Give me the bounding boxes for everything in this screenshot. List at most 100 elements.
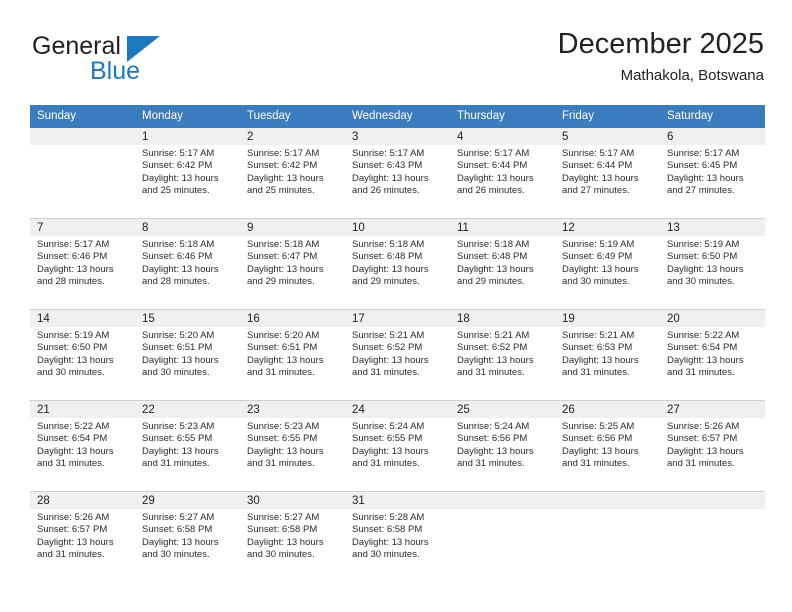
daylight-text-line2: and 31 minutes. — [562, 457, 630, 469]
day-detail — [30, 145, 135, 148]
calendar-day-cell[interactable]: 28 Sunrise: 5:26 AM Sunset: 6:57 PM Dayligh… — [30, 492, 135, 582]
sunset-text: Sunset: 6:52 PM — [457, 342, 528, 354]
calendar-week-row: 14 Sunrise: 5:19 AM Sunset: 6:50 PM Dayligh… — [30, 310, 765, 401]
day-detail: Sunrise: 5:27 AM Sunset: 6:58 PM Daylight:… — [240, 509, 345, 561]
day-detail: Sunrise: 5:21 AM Sunset: 6:53 PM Daylight:… — [555, 327, 660, 379]
daylight-text-line1: Daylight: 13 hours — [352, 445, 429, 457]
day-detail: Sunrise: 5:21 AM Sunset: 6:52 PM Daylight:… — [345, 327, 450, 379]
day-detail: Sunrise: 5:17 AM Sunset: 6:43 PM Daylight:… — [345, 145, 450, 197]
calendar-day-cell[interactable] — [30, 128, 135, 219]
day-detail: Sunrise: 5:25 AM Sunset: 6:56 PM Daylight:… — [555, 418, 660, 470]
calendar-day-cell[interactable]: 2 Sunrise: 5:17 AM Sunset: 6:42 PM Daylight… — [240, 128, 345, 219]
sunrise-text: Sunrise: 5:18 AM — [352, 239, 425, 250]
day-detail: Sunrise: 5:24 AM Sunset: 6:56 PM Daylight:… — [450, 418, 555, 470]
day-cell-content: 15 Sunrise: 5:20 AM Sunset: 6:51 PM Dayligh… — [135, 310, 240, 400]
calendar-day-cell[interactable]: 30 Sunrise: 5:27 AM Sunset: 6:58 PM Dayligh… — [240, 492, 345, 582]
daylight-text-line1: Daylight: 13 hours — [247, 263, 324, 275]
general-blue-logo[interactable]: General Blue — [30, 32, 250, 90]
sunrise-text: Sunrise: 5:28 AM — [352, 512, 425, 523]
calendar-day-cell[interactable] — [555, 492, 660, 582]
calendar-day-cell[interactable]: 7 Sunrise: 5:17 AM Sunset: 6:46 PM Daylight… — [30, 219, 135, 310]
day-detail: Sunrise: 5:18 AM Sunset: 6:48 PM Daylight:… — [450, 236, 555, 288]
calendar-day-cell[interactable] — [660, 492, 765, 582]
day-cell-content: 5 Sunrise: 5:17 AM Sunset: 6:44 PM Daylight… — [555, 128, 660, 218]
daylight-text-line1: Daylight: 13 hours — [352, 263, 429, 275]
daylight-text-line2: and 29 minutes. — [457, 275, 525, 287]
calendar-day-cell[interactable]: 26 Sunrise: 5:25 AM Sunset: 6:56 PM Dayligh… — [555, 401, 660, 492]
sunset-text: Sunset: 6:51 PM — [142, 342, 213, 354]
calendar-day-cell[interactable]: 15 Sunrise: 5:20 AM Sunset: 6:51 PM Dayligh… — [135, 310, 240, 401]
calendar-day-cell[interactable]: 27 Sunrise: 5:26 AM Sunset: 6:57 PM Dayligh… — [660, 401, 765, 492]
day-detail — [555, 509, 660, 512]
calendar-day-cell[interactable]: 12 Sunrise: 5:19 AM Sunset: 6:49 PM Dayligh… — [555, 219, 660, 310]
sunrise-text: Sunrise: 5:17 AM — [562, 148, 635, 159]
daylight-text-line2: and 31 minutes. — [142, 457, 210, 469]
day-number: 25 — [450, 401, 555, 418]
sunrise-text: Sunrise: 5:27 AM — [142, 512, 215, 523]
daylight-text-line2: and 29 minutes. — [247, 275, 315, 287]
day-cell-content: 7 Sunrise: 5:17 AM Sunset: 6:46 PM Daylight… — [30, 219, 135, 309]
calendar-day-cell[interactable]: 9 Sunrise: 5:18 AM Sunset: 6:47 PM Daylight… — [240, 219, 345, 310]
sunrise-text: Sunrise: 5:26 AM — [37, 512, 110, 523]
calendar-day-cell[interactable]: 17 Sunrise: 5:21 AM Sunset: 6:52 PM Dayligh… — [345, 310, 450, 401]
day-cell-content: 3 Sunrise: 5:17 AM Sunset: 6:43 PM Daylight… — [345, 128, 450, 218]
day-cell-content: 22 Sunrise: 5:23 AM Sunset: 6:55 PM Dayligh… — [135, 401, 240, 491]
sunset-text: Sunset: 6:55 PM — [247, 433, 318, 445]
day-detail: Sunrise: 5:17 AM Sunset: 6:44 PM Daylight:… — [450, 145, 555, 197]
day-detail: Sunrise: 5:18 AM Sunset: 6:47 PM Daylight:… — [240, 236, 345, 288]
day-detail: Sunrise: 5:22 AM Sunset: 6:54 PM Daylight:… — [30, 418, 135, 470]
calendar-day-cell[interactable]: 31 Sunrise: 5:28 AM Sunset: 6:58 PM Dayligh… — [345, 492, 450, 582]
calendar-day-cell[interactable]: 1 Sunrise: 5:17 AM Sunset: 6:42 PM Daylight… — [135, 128, 240, 219]
calendar-day-cell[interactable] — [450, 492, 555, 582]
day-cell-content: 12 Sunrise: 5:19 AM Sunset: 6:49 PM Dayligh… — [555, 219, 660, 309]
sunset-text: Sunset: 6:54 PM — [37, 433, 108, 445]
sunrise-text: Sunrise: 5:23 AM — [247, 421, 320, 432]
daylight-text-line1: Daylight: 13 hours — [142, 536, 219, 548]
calendar-day-cell[interactable]: 6 Sunrise: 5:17 AM Sunset: 6:45 PM Daylight… — [660, 128, 765, 219]
logo-text-blue: Blue — [90, 57, 141, 85]
calendar-day-cell[interactable]: 22 Sunrise: 5:23 AM Sunset: 6:55 PM Dayligh… — [135, 401, 240, 492]
day-number: 9 — [240, 219, 345, 236]
calendar-day-cell[interactable]: 4 Sunrise: 5:17 AM Sunset: 6:44 PM Daylight… — [450, 128, 555, 219]
day-number: 28 — [30, 492, 135, 509]
day-detail — [450, 509, 555, 512]
weekday-header-sunday: Sunday — [30, 105, 135, 128]
calendar-day-cell[interactable]: 8 Sunrise: 5:18 AM Sunset: 6:46 PM Daylight… — [135, 219, 240, 310]
sunset-text: Sunset: 6:55 PM — [142, 433, 213, 445]
daylight-text-line1: Daylight: 13 hours — [457, 445, 534, 457]
daylight-text-line1: Daylight: 13 hours — [37, 263, 114, 275]
calendar-day-cell[interactable]: 21 Sunrise: 5:22 AM Sunset: 6:54 PM Dayligh… — [30, 401, 135, 492]
calendar-day-cell[interactable]: 20 Sunrise: 5:22 AM Sunset: 6:54 PM Dayligh… — [660, 310, 765, 401]
calendar-day-cell[interactable]: 16 Sunrise: 5:20 AM Sunset: 6:51 PM Dayligh… — [240, 310, 345, 401]
calendar-day-cell[interactable]: 25 Sunrise: 5:24 AM Sunset: 6:56 PM Dayligh… — [450, 401, 555, 492]
daylight-text-line2: and 30 minutes. — [142, 548, 210, 560]
day-cell-content: 30 Sunrise: 5:27 AM Sunset: 6:58 PM Dayligh… — [240, 492, 345, 582]
sunrise-text: Sunrise: 5:18 AM — [142, 239, 215, 250]
sunset-text: Sunset: 6:50 PM — [37, 342, 108, 354]
calendar-day-cell[interactable]: 19 Sunrise: 5:21 AM Sunset: 6:53 PM Dayligh… — [555, 310, 660, 401]
sunset-text: Sunset: 6:58 PM — [142, 524, 213, 536]
calendar-day-cell[interactable]: 29 Sunrise: 5:27 AM Sunset: 6:58 PM Dayligh… — [135, 492, 240, 582]
calendar-body: 1 Sunrise: 5:17 AM Sunset: 6:42 PM Daylight… — [30, 128, 765, 582]
calendar-day-cell[interactable]: 3 Sunrise: 5:17 AM Sunset: 6:43 PM Daylight… — [345, 128, 450, 219]
calendar-day-cell[interactable]: 10 Sunrise: 5:18 AM Sunset: 6:48 PM Dayligh… — [345, 219, 450, 310]
daylight-text-line2: and 30 minutes. — [37, 366, 105, 378]
calendar-day-cell[interactable]: 13 Sunrise: 5:19 AM Sunset: 6:50 PM Dayligh… — [660, 219, 765, 310]
day-number — [660, 492, 765, 509]
day-number: 27 — [660, 401, 765, 418]
calendar-day-cell[interactable]: 14 Sunrise: 5:19 AM Sunset: 6:50 PM Dayligh… — [30, 310, 135, 401]
day-detail: Sunrise: 5:26 AM Sunset: 6:57 PM Daylight:… — [660, 418, 765, 470]
calendar-day-cell[interactable]: 11 Sunrise: 5:18 AM Sunset: 6:48 PM Dayligh… — [450, 219, 555, 310]
sunset-text: Sunset: 6:42 PM — [142, 160, 213, 172]
calendar-day-cell[interactable]: 23 Sunrise: 5:23 AM Sunset: 6:55 PM Dayligh… — [240, 401, 345, 492]
calendar-day-cell[interactable]: 5 Sunrise: 5:17 AM Sunset: 6:44 PM Daylight… — [555, 128, 660, 219]
calendar-page: General Blue December 2025 Mathakola, Bo… — [0, 0, 792, 612]
sunrise-text: Sunrise: 5:25 AM — [562, 421, 635, 432]
day-cell-content — [30, 128, 135, 218]
day-detail: Sunrise: 5:22 AM Sunset: 6:54 PM Daylight:… — [660, 327, 765, 379]
daylight-text-line1: Daylight: 13 hours — [37, 536, 114, 548]
calendar-day-cell[interactable]: 24 Sunrise: 5:24 AM Sunset: 6:55 PM Dayligh… — [345, 401, 450, 492]
day-number — [30, 128, 135, 145]
sunrise-text: Sunrise: 5:17 AM — [142, 148, 215, 159]
calendar-day-cell[interactable]: 18 Sunrise: 5:21 AM Sunset: 6:52 PM Dayligh… — [450, 310, 555, 401]
